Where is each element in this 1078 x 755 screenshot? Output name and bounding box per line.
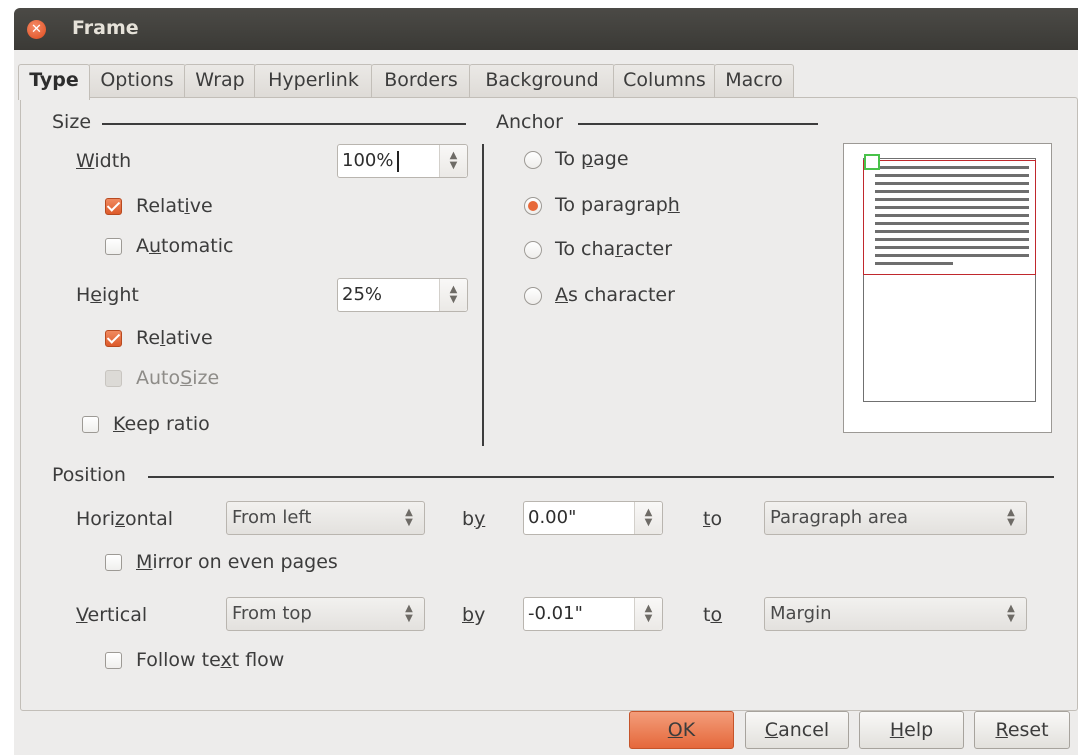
horizontal-label: Horizontal — [76, 508, 174, 530]
preview-text-line — [875, 246, 1029, 249]
keep-ratio-label: Keep ratio — [113, 413, 210, 435]
ok-button[interactable]: OK — [629, 711, 734, 749]
horizontal-select[interactable]: From left ▲ ▼ — [226, 501, 425, 535]
vertical-to-label: to — [703, 604, 723, 626]
position-section-title: Position — [52, 464, 126, 486]
mirror-label: Mirror on even pages — [136, 551, 338, 573]
follow-text-flow-label: Follow text flow — [136, 649, 285, 671]
horizontal-to-value: Paragraph area — [770, 507, 909, 528]
section-divider — [482, 144, 484, 446]
anchor-to-paragraph-label: To paragraph — [555, 194, 680, 216]
preview-text-line — [875, 190, 1029, 193]
size-section-title: Size — [52, 111, 92, 133]
chevron-updown-icon: ▲ ▼ — [405, 603, 413, 624]
close-icon[interactable]: ✕ — [27, 20, 46, 39]
help-button[interactable]: Help — [859, 711, 964, 749]
tab-hyperlink[interactable]: Hyperlink — [254, 64, 373, 97]
tab-wrap[interactable]: Wrap — [184, 64, 256, 97]
vertical-by-spin-arrows[interactable]: ▲ ▼ — [634, 598, 662, 630]
preview-anchor-icon — [864, 154, 880, 170]
horizontal-by-label: by — [462, 508, 486, 530]
preview-text-line — [875, 166, 1029, 169]
anchor-as-character-radio[interactable] — [524, 287, 542, 305]
height-relative-checkbox[interactable] — [105, 330, 122, 347]
horizontal-by-spin-arrows[interactable]: ▲ ▼ — [634, 502, 662, 534]
width-relative-checkbox[interactable] — [105, 198, 122, 215]
follow-text-flow-checkbox[interactable] — [105, 652, 122, 669]
chevron-updown-icon: ▲ ▼ — [1007, 507, 1015, 528]
anchor-to-paragraph-radio[interactable] — [524, 197, 542, 215]
anchor-to-character-label: To character — [555, 238, 673, 260]
anchor-to-page-radio[interactable] — [524, 151, 542, 169]
height-spin-arrows[interactable]: ▲ ▼ — [439, 279, 467, 311]
tab-columns[interactable]: Columns — [613, 64, 716, 97]
vertical-by-label: by — [462, 604, 486, 626]
preview-text-line — [875, 182, 1029, 185]
anchor-to-page-label: To page — [555, 148, 629, 170]
automatic-checkbox[interactable] — [105, 238, 122, 255]
horizontal-to-label: to — [703, 508, 723, 530]
vertical-by-field[interactable]: -0.01" ▲ ▼ — [523, 597, 663, 631]
vertical-to-value: Margin — [770, 603, 832, 624]
preview-text-line — [875, 254, 1029, 257]
vertical-by-value: -0.01" — [528, 603, 583, 624]
mirror-checkbox[interactable] — [105, 554, 122, 571]
keep-ratio-checkbox[interactable] — [82, 416, 99, 433]
size-section-rule — [102, 123, 466, 125]
horizontal-to-select[interactable]: Paragraph area ▲ ▼ — [764, 501, 1027, 535]
width-label: Width — [76, 150, 132, 172]
preview-text-line — [875, 262, 953, 265]
frame-dialog: ✕ Frame Type Options Wrap Hyperlink Bord… — [14, 8, 1078, 755]
chevron-updown-icon: ▲ ▼ — [1007, 603, 1015, 624]
horizontal-select-value: From left — [232, 507, 312, 528]
anchor-to-character-radio[interactable] — [524, 241, 542, 259]
anchor-section-rule — [578, 123, 818, 125]
preview-text-line — [875, 230, 1029, 233]
reset-button[interactable]: Reset — [974, 711, 1070, 749]
anchor-section-title: Anchor — [496, 111, 563, 133]
width-spin-arrows[interactable]: ▲ ▼ — [439, 145, 467, 177]
autosize-checkbox[interactable] — [105, 370, 122, 387]
preview-text-line — [875, 174, 1029, 177]
horizontal-by-value: 0.00" — [528, 507, 577, 528]
height-relative-label: Relative — [136, 327, 213, 349]
frame-preview — [843, 143, 1052, 433]
chevron-updown-icon: ▲ ▼ — [405, 507, 413, 528]
tab-type[interactable]: Type — [18, 64, 90, 100]
cancel-button[interactable]: Cancel — [745, 711, 849, 749]
autosize-label: AutoSize — [136, 367, 220, 389]
preview-text-line — [875, 198, 1029, 201]
height-spin-field[interactable]: 25% ▲ ▼ — [337, 278, 468, 312]
tab-macro[interactable]: Macro — [714, 64, 794, 97]
preview-text-line — [875, 214, 1029, 217]
window-title: Frame — [72, 17, 139, 39]
width-spin-field[interactable]: 100% ▲ ▼ — [337, 144, 468, 178]
width-relative-label: Relative — [136, 195, 213, 217]
position-section-rule — [148, 476, 1054, 478]
vertical-select-value: From top — [232, 603, 312, 624]
horizontal-by-field[interactable]: 0.00" ▲ ▼ — [523, 501, 663, 535]
tab-background[interactable]: Background — [469, 64, 615, 97]
vertical-select[interactable]: From top ▲ ▼ — [226, 597, 425, 631]
tab-borders[interactable]: Borders — [371, 64, 471, 97]
height-label: Height — [76, 284, 139, 306]
vertical-to-select[interactable]: Margin ▲ ▼ — [764, 597, 1027, 631]
preview-text-line — [875, 206, 1029, 209]
preview-text-line — [875, 238, 1029, 241]
anchor-as-character-label: As character — [555, 284, 675, 306]
height-value: 25% — [342, 284, 383, 305]
width-value: 100% — [342, 150, 394, 171]
title-bar: ✕ Frame — [14, 8, 1078, 50]
preview-text-line — [875, 222, 1029, 225]
automatic-label: Automatic — [136, 235, 234, 257]
preview-frame-outline — [863, 160, 1036, 275]
tab-options[interactable]: Options — [88, 64, 186, 97]
text-cursor — [397, 151, 399, 172]
vertical-label: Vertical — [76, 604, 148, 626]
